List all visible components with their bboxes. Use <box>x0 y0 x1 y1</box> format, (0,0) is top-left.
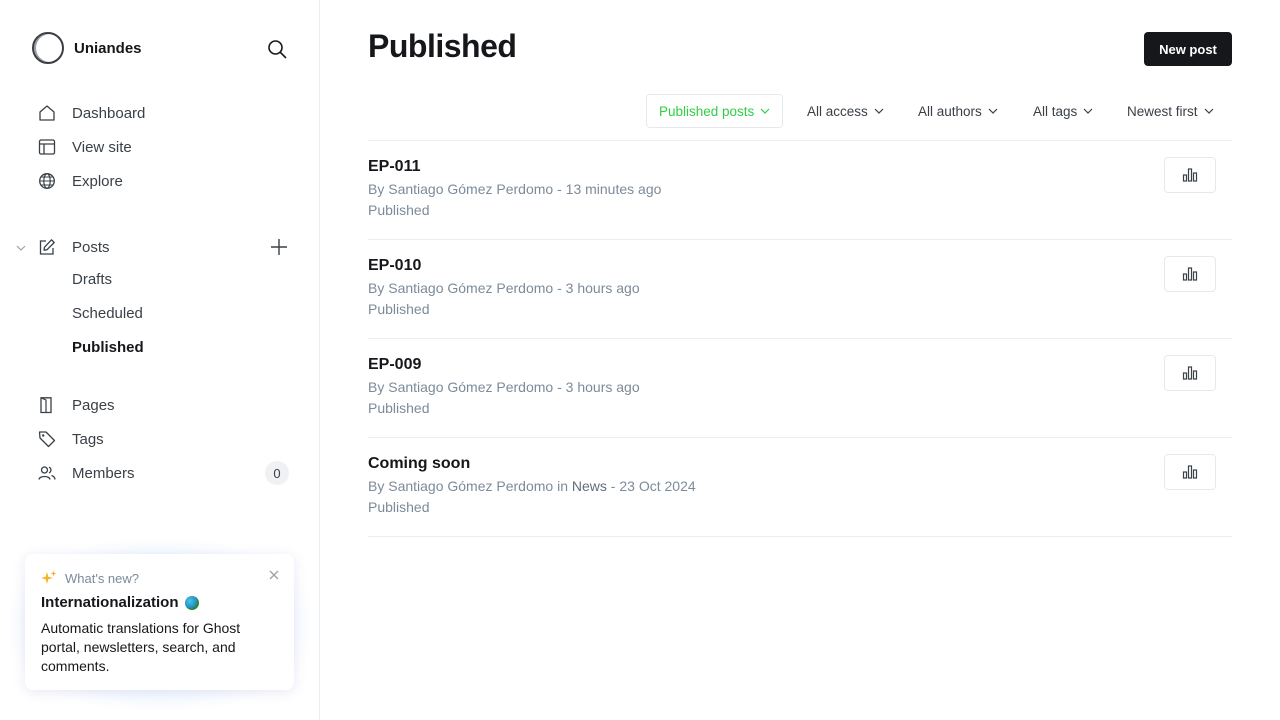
sidebar: Uniandes Dashboard View site Explore Pos… <box>0 0 320 720</box>
filter-access-label: All access <box>807 103 868 119</box>
post-analytics-button[interactable] <box>1164 256 1216 292</box>
sidebar-item-label: Members <box>72 464 135 482</box>
sidebar-item-scheduled[interactable]: Scheduled <box>72 305 143 327</box>
search-icon <box>268 40 287 59</box>
members-icon <box>38 464 56 482</box>
post-meta-in: in <box>553 478 572 494</box>
post-status: Published <box>368 202 430 218</box>
site-brand[interactable]: Uniandes <box>32 32 142 64</box>
chevron-down-icon <box>988 106 998 116</box>
filter-authors-select[interactable]: All authors <box>906 94 1010 128</box>
posts-collapse-toggle[interactable] <box>14 241 28 255</box>
post-author: By Santiago Gómez Perdomo <box>368 379 554 395</box>
stats-icon <box>1182 267 1198 281</box>
chevron-down-icon <box>1204 106 1214 116</box>
sidebar-item-tags[interactable]: Tags <box>38 427 104 451</box>
post-author: By Santiago Gómez Perdomo <box>368 478 554 494</box>
chevron-down-icon <box>16 245 26 251</box>
post-status: Published <box>368 301 430 317</box>
edit-icon <box>38 238 56 256</box>
chevron-down-icon <box>874 106 884 116</box>
whats-new-close-button[interactable] <box>267 568 281 582</box>
post-time: - 3 hours ago <box>553 280 640 296</box>
post-row[interactable]: EP-010 By Santiago Gómez Perdomo - 3 hou… <box>368 240 1232 339</box>
home-icon <box>38 104 56 122</box>
plus-icon <box>271 239 287 255</box>
stats-icon <box>1182 465 1198 479</box>
sidebar-item-label: Explore <box>72 172 123 190</box>
sidebar-item-label: Pages <box>72 396 115 414</box>
members-count-badge: 0 <box>265 461 289 485</box>
sidebar-item-published[interactable]: Published <box>72 339 144 361</box>
post-author: By Santiago Gómez Perdomo <box>368 280 554 296</box>
sidebar-item-label: Dashboard <box>72 104 146 122</box>
site-logo <box>32 32 64 64</box>
chevron-down-icon <box>760 106 770 116</box>
post-title[interactable]: EP-010 <box>368 257 421 275</box>
post-title[interactable]: EP-011 <box>368 158 420 176</box>
whats-new-card[interactable]: What's new? Internationalization Automat… <box>25 554 294 690</box>
post-analytics-button[interactable] <box>1164 355 1216 391</box>
filter-order-label: Newest first <box>1127 103 1198 119</box>
post-analytics-button[interactable] <box>1164 157 1216 193</box>
post-time: - 23 Oct 2024 <box>606 478 696 494</box>
post-meta: By Santiago Gómez Perdomo - 3 hours ago <box>368 379 640 395</box>
chevron-down-icon <box>1083 106 1093 116</box>
stats-icon <box>1182 366 1198 380</box>
page-icon <box>38 396 56 414</box>
post-tag[interactable]: News <box>572 478 607 494</box>
sidebar-item-label: Tags <box>72 430 104 448</box>
site-name: Uniandes <box>74 39 142 57</box>
whats-new-body: Automatic translations for Ghost portal,… <box>41 620 241 674</box>
post-status: Published <box>368 400 430 416</box>
sidebar-item-label: Posts <box>72 238 110 256</box>
whats-new-title: Internationalization <box>41 594 179 611</box>
posts-list: EP-011 By Santiago Gómez Perdomo - 13 mi… <box>368 140 1232 537</box>
post-author: By Santiago Gómez Perdomo <box>368 181 554 197</box>
post-analytics-button[interactable] <box>1164 454 1216 490</box>
search-button[interactable] <box>264 36 290 62</box>
post-title[interactable]: Coming soon <box>368 455 470 473</box>
post-time: - 3 hours ago <box>553 379 640 395</box>
post-time: - 13 minutes ago <box>553 181 662 197</box>
filter-type-label: Published posts <box>659 103 755 119</box>
post-meta: By Santiago Gómez Perdomo in News - 23 O… <box>368 478 696 494</box>
whats-new-label: What's new? <box>65 570 140 586</box>
post-row[interactable]: Coming soon By Santiago Gómez Perdomo in… <box>368 438 1232 537</box>
tag-icon <box>38 430 56 448</box>
filter-tags-select[interactable]: All tags <box>1021 94 1105 128</box>
whats-new-title-row: Internationalization <box>41 594 278 611</box>
main-content: Published New post Published posts All a… <box>320 0 1280 720</box>
globe-icon <box>38 172 56 190</box>
close-icon <box>269 570 279 580</box>
whats-new-header: What's new? <box>41 570 278 586</box>
post-status: Published <box>368 499 430 515</box>
sidebar-item-label: View site <box>72 138 132 156</box>
filter-access-select[interactable]: All access <box>795 94 896 128</box>
post-title[interactable]: EP-009 <box>368 356 421 374</box>
sidebar-item-members[interactable]: Members <box>38 461 135 485</box>
sidebar-item-drafts[interactable]: Drafts <box>72 271 112 293</box>
post-meta: By Santiago Gómez Perdomo - 13 minutes a… <box>368 181 661 197</box>
new-post-sidebar-button[interactable] <box>268 236 290 258</box>
globe-emoji-icon <box>184 595 199 610</box>
post-meta: By Santiago Gómez Perdomo - 3 hours ago <box>368 280 640 296</box>
sidebar-item-dashboard[interactable]: Dashboard <box>38 101 145 125</box>
layout-icon <box>38 138 56 156</box>
page-title: Published <box>368 28 517 64</box>
filter-authors-label: All authors <box>918 103 982 119</box>
post-row[interactable]: EP-009 By Santiago Gómez Perdomo - 3 hou… <box>368 339 1232 438</box>
sidebar-item-posts[interactable]: Posts <box>38 235 110 259</box>
filter-tags-label: All tags <box>1033 103 1078 119</box>
filter-order-select[interactable]: Newest first <box>1115 94 1226 128</box>
post-row[interactable]: EP-011 By Santiago Gómez Perdomo - 13 mi… <box>368 141 1232 240</box>
sidebar-item-pages[interactable]: Pages <box>38 393 115 417</box>
sidebar-item-view-site[interactable]: View site <box>38 135 132 159</box>
sparkle-icon <box>41 570 57 586</box>
filter-type-select[interactable]: Published posts <box>646 94 784 128</box>
sidebar-item-explore[interactable]: Explore <box>38 169 123 193</box>
new-post-button[interactable]: New post <box>1144 32 1232 66</box>
stats-icon <box>1182 168 1198 182</box>
